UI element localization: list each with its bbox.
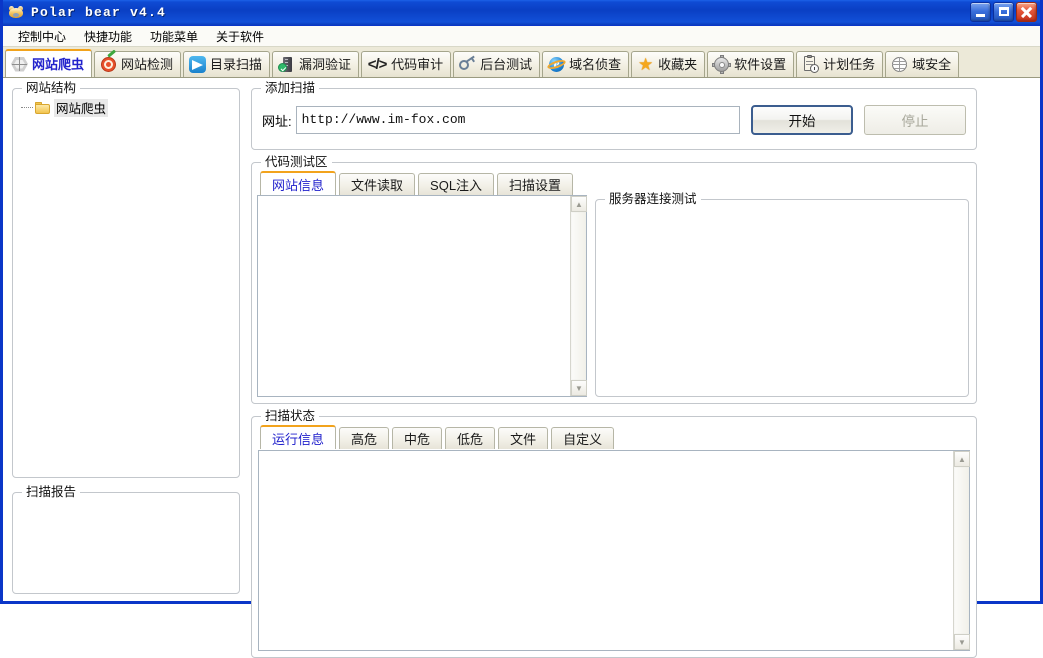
scan-status-group: 扫描状态 运行信息 高危 中危 低危 文件 自定义 ▲ ▼: [251, 409, 977, 658]
tab-scan-settings[interactable]: 扫描设置: [497, 173, 574, 195]
right-panel: 添加扫描 网址: http://www.im-fox.com 开始 停止 代码测…: [249, 80, 1037, 658]
url-input[interactable]: http://www.im-fox.com: [295, 106, 740, 134]
scroll-up-arrow[interactable]: ▲: [954, 451, 970, 467]
title-bar: Polar bear v4.4: [3, 0, 1040, 26]
tab-label: 收藏夹: [658, 57, 698, 72]
scan-report-group: 扫描报告: [12, 485, 240, 594]
scan-report-legend: 扫描报告: [22, 485, 81, 499]
tab-favorites[interactable]: ★ 收藏夹: [631, 51, 706, 77]
stop-button[interactable]: 停止: [864, 105, 966, 135]
tree-node-label: 网站爬虫: [54, 99, 109, 117]
globe-icon: [891, 56, 908, 73]
add-scan-group: 添加扫描 网址: http://www.im-fox.com 开始 停止: [251, 81, 977, 150]
menu-item-about[interactable]: 关于软件: [207, 26, 273, 47]
left-panel: 网站结构 网站爬虫 扫描报告: [6, 80, 246, 598]
paper-plane-icon: [189, 56, 207, 73]
toolbar-tabs: 网站爬虫 网站检测 目录扫描 漏洞验证 </> 代码审计 后台测试 e 域名侦查…: [3, 47, 1040, 78]
tab-directory-scan[interactable]: 目录扫描: [183, 51, 271, 77]
tab-label: 目录扫描: [210, 57, 263, 72]
tab-run-info[interactable]: 运行信息: [260, 425, 337, 449]
tab-label: 计划任务: [823, 57, 876, 72]
tab-custom[interactable]: 自定义: [551, 427, 615, 449]
tab-website-detection[interactable]: 网站检测: [94, 49, 182, 77]
tab-scheduled-tasks[interactable]: 计划任务: [796, 51, 884, 77]
code-test-legend: 代码测试区: [261, 155, 332, 169]
menu-item-function-menu[interactable]: 功能菜单: [141, 26, 207, 47]
main-body: 网站结构 网站爬虫 扫描报告 添加扫描 网址: http://www.im-fo…: [6, 80, 1037, 658]
website-structure-tree[interactable]: 网站爬虫: [19, 99, 233, 471]
key-icon: [459, 55, 476, 73]
tab-label: 软件设置: [734, 57, 787, 72]
tab-high-risk[interactable]: 高危: [339, 427, 390, 449]
url-label: 网址:: [262, 113, 292, 129]
window-controls: [970, 2, 1037, 22]
tab-sql-injection[interactable]: SQL注入: [418, 173, 495, 195]
tab-software-settings[interactable]: 软件设置: [707, 51, 795, 77]
tab-label: 网站爬虫: [32, 56, 85, 72]
website-structure-group: 网站结构 网站爬虫: [12, 81, 240, 478]
tab-label: 域安全: [912, 57, 952, 72]
website-info-list[interactable]: ▲ ▼: [257, 195, 587, 397]
tab-label: 漏洞验证: [299, 57, 352, 72]
tab-label: 后台测试: [480, 57, 533, 72]
application-window: Polar bear v4.4 控制中心 快捷功能 功能菜单 关于软件 网站爬虫: [0, 0, 1043, 658]
window-title: Polar bear v4.4: [31, 5, 167, 20]
star-icon: ★: [637, 55, 654, 74]
code-test-group: 代码测试区 网站信息 文件读取 SQL注入 扫描设置 ▲ ▼ 服务器连接测试: [251, 155, 977, 404]
scan-log-pane[interactable]: ▲ ▼: [258, 450, 970, 651]
maximize-button[interactable]: [993, 2, 1014, 22]
scroll-up-arrow[interactable]: ▲: [571, 196, 587, 212]
spider-web-icon: [11, 56, 28, 73]
tab-label: 域名侦查: [569, 57, 622, 72]
tab-file-read[interactable]: 文件读取: [339, 173, 416, 195]
target-icon: [100, 49, 117, 73]
tab-medium-risk[interactable]: 中危: [392, 427, 443, 449]
tab-website-crawler[interactable]: 网站爬虫: [5, 49, 93, 77]
close-button[interactable]: [1016, 2, 1037, 22]
website-info-scrollbar[interactable]: ▲ ▼: [570, 196, 587, 396]
url-row: 网址: http://www.im-fox.com 开始 停止: [262, 105, 966, 135]
clipboard-clock-icon: [802, 55, 820, 73]
server-check-icon: [278, 56, 295, 73]
code-brackets-icon: </>: [367, 56, 388, 73]
tab-code-audit[interactable]: </> 代码审计: [361, 51, 452, 77]
scroll-thumb[interactable]: [955, 468, 968, 633]
scan-log-scrollbar[interactable]: ▲ ▼: [953, 451, 970, 650]
scan-status-legend: 扫描状态: [261, 409, 320, 423]
tree-node-crawler[interactable]: 网站爬虫: [19, 99, 233, 117]
tab-website-info[interactable]: 网站信息: [260, 171, 337, 195]
minimize-button[interactable]: [970, 2, 991, 22]
tab-label: 代码审计: [391, 57, 444, 72]
scroll-thumb[interactable]: [572, 213, 585, 379]
server-connection-test-legend: 服务器连接测试: [605, 192, 701, 206]
scroll-down-arrow[interactable]: ▼: [954, 634, 970, 650]
website-structure-legend: 网站结构: [22, 81, 81, 95]
scroll-down-arrow[interactable]: ▼: [571, 380, 587, 396]
tab-vulnerability-verify[interactable]: 漏洞验证: [272, 51, 360, 77]
menu-bar: 控制中心 快捷功能 功能菜单 关于软件: [3, 26, 1040, 47]
start-button[interactable]: 开始: [751, 105, 853, 135]
internet-explorer-icon: e: [546, 56, 567, 73]
gear-icon: [712, 55, 732, 74]
tab-label: 网站检测: [121, 57, 174, 72]
scan-status-tabstrip: 运行信息 高危 中危 低危 文件 自定义: [260, 425, 968, 449]
tab-domain-recon[interactable]: e 域名侦查: [542, 51, 630, 77]
bear-icon: [8, 5, 26, 21]
menu-item-control-center[interactable]: 控制中心: [9, 26, 75, 47]
add-scan-legend: 添加扫描: [261, 81, 320, 95]
menu-item-quick-functions[interactable]: 快捷功能: [75, 26, 141, 47]
tab-low-risk[interactable]: 低危: [445, 427, 496, 449]
tab-backend-test[interactable]: 后台测试: [453, 51, 541, 77]
tab-files[interactable]: 文件: [498, 427, 549, 449]
tab-domain-security[interactable]: 域安全: [885, 51, 960, 77]
folder-icon: [35, 101, 50, 114]
server-connection-test-group: 服务器连接测试: [595, 192, 969, 397]
